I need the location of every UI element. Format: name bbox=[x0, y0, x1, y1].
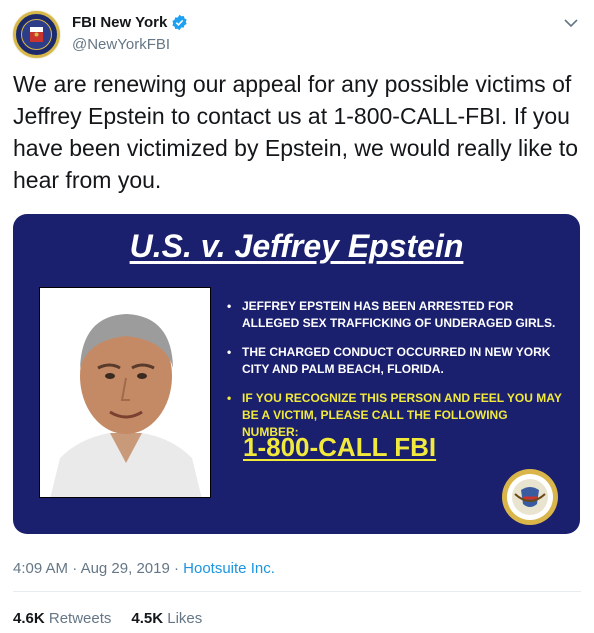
doj-seal-icon bbox=[502, 469, 558, 525]
phone-number: 1-800-CALL FBI bbox=[243, 432, 437, 462]
tweet-date[interactable]: Aug 29, 2019 bbox=[81, 560, 170, 577]
suspect-photo bbox=[39, 287, 211, 498]
avatar[interactable] bbox=[12, 10, 61, 59]
fbi-seal-icon bbox=[13, 11, 60, 58]
media-bullet: • THE CHARGED CONDUCT OCCURRED IN NEW YOR… bbox=[227, 345, 551, 376]
handle[interactable]: @NewYorkFBI bbox=[72, 35, 188, 55]
verified-badge-icon bbox=[172, 14, 187, 31]
tweet-source-link[interactable]: Hootsuite Inc. bbox=[183, 560, 275, 577]
chevron-down-icon[interactable] bbox=[562, 14, 580, 32]
retweets-stat[interactable]: 4.6K Retweets bbox=[13, 610, 111, 627]
likes-stat[interactable]: 4.5K Likes bbox=[131, 610, 202, 627]
divider bbox=[13, 591, 581, 592]
tweet-time[interactable]: 4:09 AM bbox=[13, 560, 68, 577]
tweet-stats: 4.6K Retweets 4.5K Likes bbox=[13, 610, 202, 627]
tweet-text: We are renewing our appeal for any possi… bbox=[13, 71, 579, 193]
tweet-meta: 4:09 AM · Aug 29, 2019 · Hootsuite Inc. bbox=[13, 560, 275, 577]
display-name[interactable]: FBI New York bbox=[72, 13, 167, 32]
media-bullet: • JEFFREY EPSTEIN HAS BEEN ARRESTED FOR A… bbox=[227, 299, 556, 330]
tweet-media-image[interactable]: U.S. v. Jeffrey Epstein • JEFFREY EPSTEIN… bbox=[13, 214, 580, 534]
media-title: U.S. v. Jeffrey Epstein bbox=[129, 228, 464, 264]
